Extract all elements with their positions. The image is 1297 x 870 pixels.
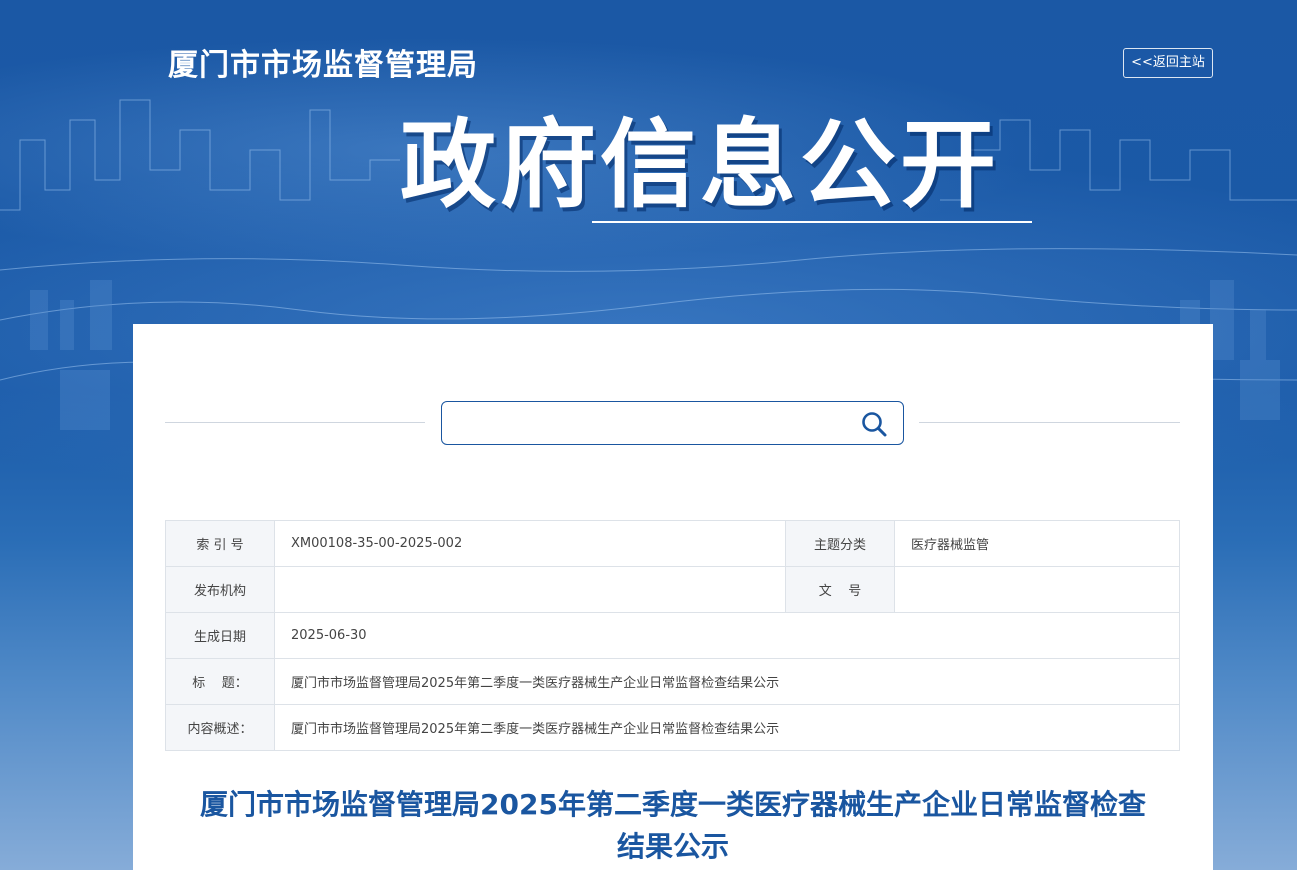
document-metadata-table: 索 引 号 XM00108-35-00-2025-002 主题分类 医疗器械监管… — [165, 520, 1180, 751]
title-label: 标 题： — [165, 658, 275, 705]
title-value: 厦门市市场监督管理局2025年第二季度一类医疗器械生产企业日常监督检查结果公示 — [274, 658, 1180, 705]
table-row: 标 题： 厦门市市场监督管理局2025年第二季度一类医疗器械生产企业日常监督检查… — [165, 658, 1180, 705]
search-divider-left — [165, 422, 425, 423]
table-row: 索 引 号 XM00108-35-00-2025-002 主题分类 医疗器械监管 — [165, 520, 1180, 567]
doc-number-label: 文 号 — [785, 566, 895, 613]
hero-title: 政府信息公开 — [400, 109, 1000, 221]
date-value: 2025-06-30 — [274, 612, 1180, 659]
date-label: 生成日期 — [165, 612, 275, 659]
search-input[interactable] — [452, 410, 846, 438]
table-row: 生成日期 2025-06-30 — [165, 612, 1180, 659]
summary-label: 内容概述： — [165, 704, 275, 751]
publisher-label: 发布机构 — [165, 566, 275, 613]
search-icon[interactable] — [860, 410, 888, 438]
table-row: 发布机构 文 号 — [165, 566, 1180, 613]
index-value: XM00108-35-00-2025-002 — [274, 520, 786, 567]
topic-value: 医疗器械监管 — [894, 520, 1180, 567]
summary-value: 厦门市市场监督管理局2025年第二季度一类医疗器械生产企业日常监督检查结果公示 — [274, 704, 1180, 751]
article-title: 厦门市市场监督管理局2025年第二季度一类医疗器械生产企业日常监督检查结果公示 — [200, 788, 1146, 863]
back-to-main-site-button[interactable]: <<返回主站 — [1123, 48, 1213, 78]
site-name[interactable]: 厦门市市场监督管理局 — [168, 40, 478, 84]
hero-underline — [592, 221, 1032, 223]
search-box — [441, 401, 904, 445]
search-divider-right — [919, 422, 1180, 423]
index-label: 索 引 号 — [165, 520, 275, 567]
table-row: 内容概述： 厦门市市场监督管理局2025年第二季度一类医疗器械生产企业日常监督检… — [165, 704, 1180, 751]
doc-number-value — [894, 566, 1180, 613]
content-panel: 索 引 号 XM00108-35-00-2025-002 主题分类 医疗器械监管… — [133, 324, 1213, 870]
publisher-value — [274, 566, 786, 613]
topic-label: 主题分类 — [785, 520, 895, 567]
